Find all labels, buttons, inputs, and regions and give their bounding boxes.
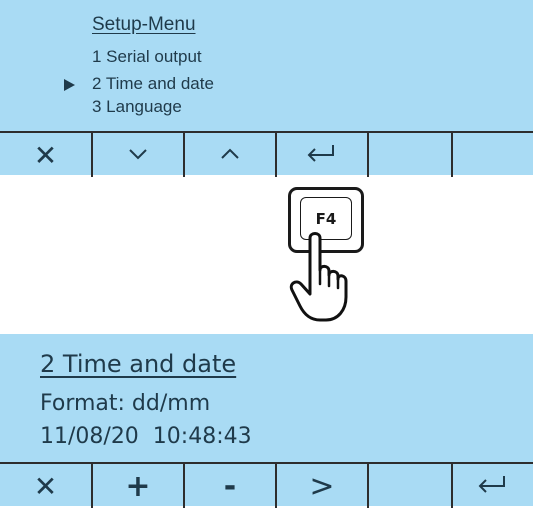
date-format-value: Format: dd/mm: [40, 391, 211, 416]
softkey-empty-5[interactable]: [369, 133, 453, 177]
chevron-right-icon: >: [309, 468, 335, 504]
softkey-next[interactable]: >: [277, 464, 369, 508]
setup-menu-display: Setup-Menu 1 Serial output 2 Time and da…: [0, 0, 533, 177]
softkey-empty-6[interactable]: [453, 133, 533, 177]
time-and-date-display: 2 Time and date Format: dd/mm 11/08/20 1…: [0, 334, 533, 508]
softkey-cancel[interactable]: ✕: [0, 133, 93, 177]
datetime-value: 11/08/20 10:48:43: [40, 424, 252, 449]
chevron-up-icon: [220, 146, 240, 165]
minus-icon: -: [223, 468, 237, 504]
softkey-decrement[interactable]: -: [185, 464, 277, 508]
selection-arrow-icon: [64, 79, 75, 91]
softkey-increment[interactable]: +: [93, 464, 185, 508]
softkey-enter[interactable]: [453, 464, 533, 508]
softkey-bar: ✕ + - >: [0, 462, 533, 508]
f4-key-label: F4: [315, 210, 337, 228]
plus-icon: +: [125, 468, 151, 504]
enter-icon: [476, 474, 510, 499]
softkey-cancel[interactable]: ✕: [0, 464, 93, 508]
chevron-down-icon: [128, 146, 148, 165]
close-icon: ✕: [33, 469, 58, 503]
menu-item-serial-output[interactable]: 1 Serial output: [92, 47, 202, 67]
enter-icon: [305, 143, 339, 168]
menu-item-time-and-date[interactable]: 2 Time and date: [92, 74, 214, 94]
softkey-empty-5[interactable]: [369, 464, 453, 508]
softkey-enter[interactable]: [277, 133, 369, 177]
page-title: 2 Time and date: [40, 350, 237, 378]
hand-pointer-icon: [289, 232, 348, 322]
softkey-bar: ✕: [0, 131, 533, 177]
menu-title: Setup-Menu: [92, 14, 196, 35]
close-icon: ✕: [33, 138, 58, 172]
menu-item-language[interactable]: 3 Language: [92, 97, 182, 117]
softkey-up[interactable]: [185, 133, 277, 177]
softkey-down[interactable]: [93, 133, 185, 177]
